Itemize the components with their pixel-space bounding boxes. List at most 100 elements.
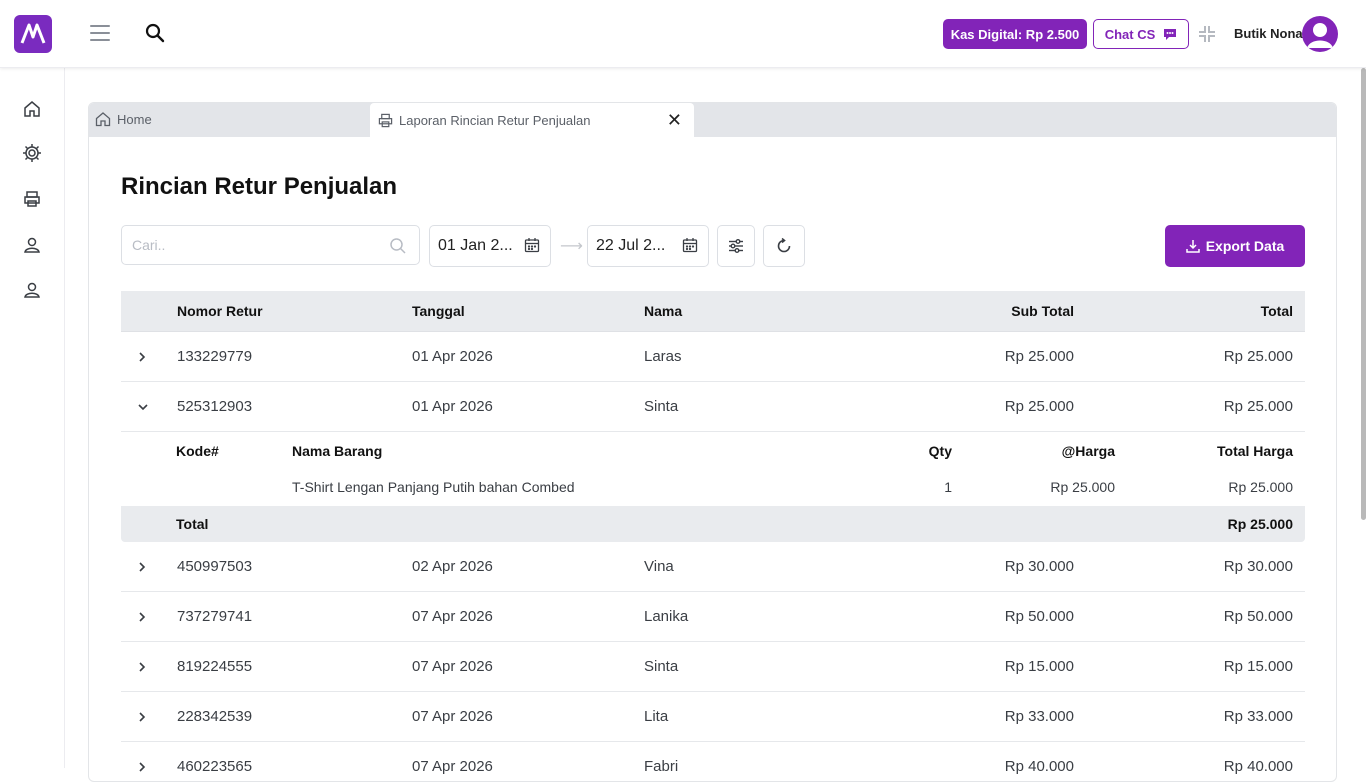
cell-sub-total: Rp 33.000 bbox=[1004, 708, 1074, 725]
calendar-icon bbox=[524, 237, 540, 258]
main-panel: Home Laporan Rincian Retur Penjualan ✕ R… bbox=[88, 102, 1337, 782]
cell-total: Rp 50.000 bbox=[1223, 608, 1293, 625]
detail-cell-total-harga: Rp 25.000 bbox=[1228, 479, 1293, 495]
printer-icon bbox=[378, 113, 393, 127]
date-to-picker[interactable]: 22 Jul 2... bbox=[587, 225, 709, 267]
cell-tanggal: 07 Apr 2026 bbox=[412, 658, 493, 675]
cell-nomor-retur: 228342539 bbox=[177, 708, 253, 725]
cell-nama: Lita bbox=[644, 708, 669, 725]
detail-cell-nama-barang: T-Shirt Lengan Panjang Putih bahan Combe… bbox=[292, 479, 575, 495]
cell-tanggal: 01 Apr 2026 bbox=[412, 398, 493, 415]
chat-cs-label: Chat CS bbox=[1104, 26, 1156, 42]
top-bar: Kas Digital: Rp 2.500 Chat CS Butik Nona bbox=[0, 0, 1366, 68]
cell-total: Rp 40.000 bbox=[1223, 758, 1293, 775]
printer-icon[interactable] bbox=[21, 188, 43, 210]
cell-sub-total: Rp 40.000 bbox=[1004, 758, 1074, 775]
filter-button[interactable] bbox=[717, 225, 755, 267]
user-name[interactable]: Butik Nona bbox=[1234, 26, 1303, 41]
cell-total: Rp 15.000 bbox=[1223, 658, 1293, 675]
kas-digital-label: Kas Digital: Rp 2.500 bbox=[950, 26, 1080, 42]
cell-nama: Laras bbox=[644, 348, 682, 365]
header-nomor-retur[interactable]: Nomor Retur bbox=[177, 291, 263, 331]
refresh-button[interactable] bbox=[763, 225, 805, 267]
chevron-right-icon[interactable] bbox=[137, 742, 151, 781]
search-icon[interactable] bbox=[145, 23, 165, 48]
detail-cell-harga: Rp 25.000 bbox=[1050, 479, 1115, 495]
export-data-button[interactable]: Export Data bbox=[1165, 225, 1305, 267]
menu-toggle-icon[interactable] bbox=[90, 25, 110, 43]
cell-total: Rp 25.000 bbox=[1223, 348, 1293, 365]
collapse-icon[interactable] bbox=[1197, 24, 1217, 49]
cell-nama: Vina bbox=[644, 558, 674, 575]
chevron-right-icon[interactable] bbox=[137, 642, 151, 691]
cell-nama: Sinta bbox=[644, 398, 679, 415]
sliders-icon bbox=[729, 239, 743, 253]
cell-tanggal: 07 Apr 2026 bbox=[412, 708, 493, 725]
detail-header-qty: Qty bbox=[928, 443, 952, 459]
cell-nomor-retur: 819224555 bbox=[177, 658, 253, 675]
header-total[interactable]: Total bbox=[1261, 291, 1293, 331]
table-row[interactable]: 525312903 01 Apr 2026 Sinta Rp 25.000 Rp… bbox=[121, 382, 1305, 432]
table-row[interactable]: 450997503 02 Apr 2026 Vina Rp 30.000 Rp … bbox=[121, 542, 1305, 592]
header-nama[interactable]: Nama bbox=[644, 291, 682, 331]
tab-laporan-retur[interactable]: Laporan Rincian Retur Penjualan ✕ bbox=[370, 103, 694, 137]
chevron-right-icon[interactable] bbox=[137, 332, 151, 381]
cell-tanggal: 07 Apr 2026 bbox=[412, 608, 493, 625]
date-range-arrow-icon: ⟶ bbox=[560, 238, 583, 255]
chat-cs-button[interactable]: Chat CS bbox=[1093, 19, 1189, 49]
detail-cell-qty: 1 bbox=[944, 479, 952, 495]
calendar-icon bbox=[682, 237, 698, 258]
cell-sub-total: Rp 50.000 bbox=[1004, 608, 1074, 625]
table-row[interactable]: 460223565 07 Apr 2026 Fabri Rp 40.000 Rp… bbox=[121, 742, 1305, 781]
cell-nomor-retur: 460223565 bbox=[177, 758, 253, 775]
settings-gear-icon[interactable] bbox=[21, 142, 43, 164]
cell-tanggal: 07 Apr 2026 bbox=[412, 758, 493, 775]
tab-strip: Home Laporan Rincian Retur Penjualan ✕ bbox=[89, 103, 1336, 137]
chevron-right-icon[interactable] bbox=[137, 692, 151, 741]
avatar[interactable] bbox=[1302, 16, 1338, 52]
search-input[interactable] bbox=[132, 226, 382, 264]
search-field[interactable] bbox=[121, 225, 420, 265]
refresh-icon bbox=[777, 237, 791, 253]
user-icon bbox=[1307, 23, 1333, 48]
logo-icon bbox=[20, 23, 46, 44]
page-scrollbar[interactable] bbox=[1361, 68, 1366, 520]
page-title: Rincian Retur Penjualan bbox=[121, 173, 398, 200]
header-tanggal[interactable]: Tanggal bbox=[412, 291, 465, 331]
cell-total: Rp 30.000 bbox=[1223, 558, 1293, 575]
app-logo[interactable] bbox=[14, 15, 52, 53]
cell-total: Rp 25.000 bbox=[1223, 398, 1293, 415]
chevron-right-icon[interactable] bbox=[137, 592, 151, 641]
table-row[interactable]: 228342539 07 Apr 2026 Lita Rp 33.000 Rp … bbox=[121, 692, 1305, 742]
cell-tanggal: 01 Apr 2026 bbox=[412, 348, 493, 365]
date-from-value: 01 Jan 2... bbox=[438, 237, 513, 254]
header-sub-total[interactable]: Sub Total bbox=[1011, 291, 1074, 331]
cell-nomor-retur: 525312903 bbox=[177, 398, 253, 415]
cell-sub-total: Rp 15.000 bbox=[1004, 658, 1074, 675]
cell-nomor-retur: 133229779 bbox=[177, 348, 253, 365]
chat-bubble-icon bbox=[1164, 28, 1177, 40]
cell-total: Rp 33.000 bbox=[1223, 708, 1293, 725]
user-report-icon-2[interactable] bbox=[21, 279, 43, 301]
cell-nama: Fabri bbox=[644, 758, 679, 775]
kas-digital-button[interactable]: Kas Digital: Rp 2.500 bbox=[943, 19, 1087, 49]
cell-sub-total: Rp 30.000 bbox=[1004, 558, 1074, 575]
chevron-down-icon[interactable] bbox=[137, 382, 151, 431]
detail-total-row: Total Rp 25.000 bbox=[121, 506, 1305, 542]
table-row[interactable]: 819224555 07 Apr 2026 Sinta Rp 15.000 Rp… bbox=[121, 642, 1305, 692]
detail-total-label: Total bbox=[176, 516, 209, 532]
table-row[interactable]: 737279741 07 Apr 2026 Lanika Rp 50.000 R… bbox=[121, 592, 1305, 642]
cell-sub-total: Rp 25.000 bbox=[1004, 348, 1074, 365]
tab-home[interactable]: Home bbox=[95, 111, 152, 127]
home-icon[interactable] bbox=[21, 98, 43, 120]
home-icon bbox=[95, 112, 111, 127]
tab-home-label: Home bbox=[117, 111, 152, 127]
user-report-icon[interactable] bbox=[21, 234, 43, 256]
cell-nama: Lanika bbox=[644, 608, 689, 625]
close-icon[interactable]: ✕ bbox=[667, 111, 682, 129]
row-detail: Kode# Nama Barang Qty @Harga Total Harga… bbox=[121, 432, 1305, 542]
cell-nama: Sinta bbox=[644, 658, 679, 675]
table-row[interactable]: 133229779 01 Apr 2026 Laras Rp 25.000 Rp… bbox=[121, 332, 1305, 382]
chevron-right-icon[interactable] bbox=[137, 542, 151, 591]
date-from-picker[interactable]: 01 Jan 2... bbox=[429, 225, 551, 267]
